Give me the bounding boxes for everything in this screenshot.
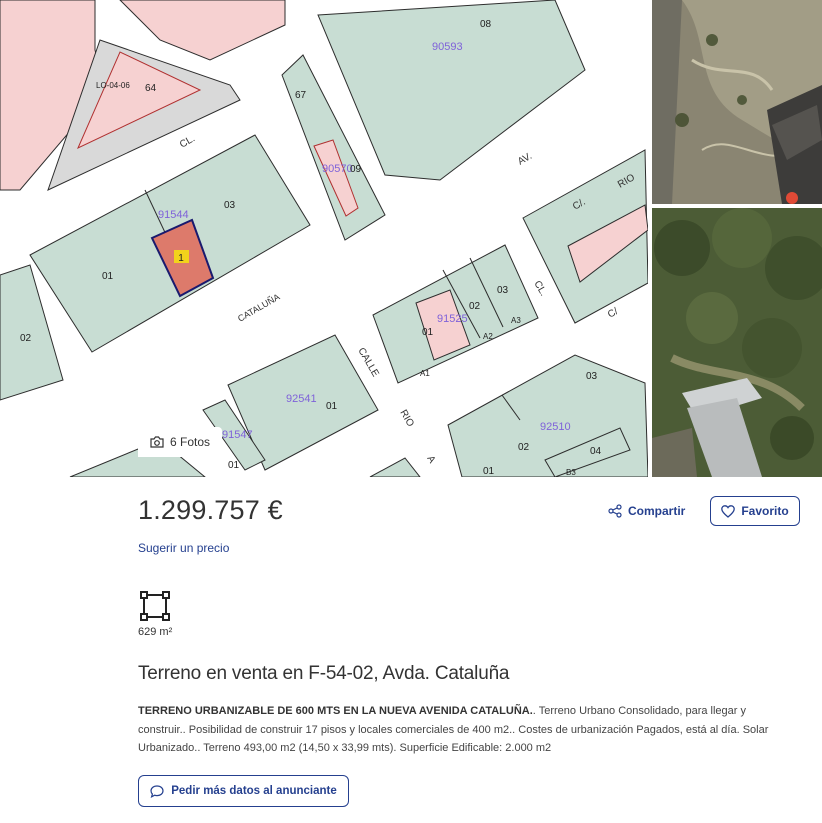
map-number-label: 03 [497,285,509,296]
area-value: 629 m² [138,626,173,638]
share-button[interactable]: Compartir [608,504,685,518]
map-number-label: A1 [420,369,430,378]
parcel-tag-label: 1 [178,253,184,264]
suggest-price-link[interactable]: Sugerir un precio [138,541,229,555]
map-number-label: A2 [483,332,493,341]
map-number-label: A3 [511,316,521,325]
aerial-photo-image [652,0,822,204]
map-number-label: 02 [20,333,32,344]
description-headline: TERRENO URBANIZABLE DE 600 MTS EN LA NUE… [138,705,533,717]
photos-count-label: 6 Fotos [170,435,211,449]
camera-icon [150,436,164,448]
chat-icon [150,784,164,798]
map-number-label: 01 [228,460,240,471]
map-parcel-label: 91525 [437,313,468,325]
favorite-label: Favorito [741,504,789,518]
contact-advertiser-button[interactable]: Pedir más datos al anunciante [138,775,349,807]
listing-description: TERRENO URBANIZABLE DE 600 MTS EN LA NUE… [138,702,778,758]
map-parcel-label: 90570 [322,163,353,175]
share-label: Compartir [628,504,686,518]
map-number-label: 09 [350,164,362,175]
map-number-label: 03 [224,200,236,211]
contact-label: Pedir más datos al anunciante [171,785,337,797]
map-parcel-label: 92510 [540,421,571,433]
aerial-photo-top[interactable] [652,0,822,204]
map-number-label: 04 [590,446,602,457]
map-number-label: 01 [326,401,338,412]
map-parcel-label: 91547 [222,429,253,441]
favorite-button[interactable]: Favorito [710,496,800,526]
area-icon [140,591,170,621]
map-number-label: B3 [566,468,576,477]
map-number-label: 02 [469,301,481,312]
map-number-label: 02 [518,442,530,453]
cadastral-map: 1 90593 91544 90570 91525 92541 92510 91… [0,0,648,477]
aerial-photo-image [652,208,822,477]
area-feature [138,589,172,628]
map-number-label: 01 [483,466,495,477]
map-number-label: 01 [422,327,434,338]
map-number-label: 64 [145,83,157,94]
photo-gallery: 1 90593 91544 90570 91525 92541 92510 91… [0,0,822,477]
map-parcel-label: 90593 [432,41,463,53]
listing-title: Terreno en venta en F-54-02, Avda. Catal… [138,663,510,684]
heart-icon [721,504,736,518]
map-number-label: 67 [295,90,307,101]
photos-count-button[interactable]: 6 Fotos [138,427,223,457]
main-photo-cadastral-map[interactable]: 1 90593 91544 90570 91525 92541 92510 91… [0,0,648,477]
map-parcel-label: 92541 [286,393,317,405]
share-icon [608,504,622,518]
map-lot-code: LO-04-06 [96,81,130,90]
map-number-label: 03 [586,371,598,382]
aerial-photo-bottom[interactable] [652,208,822,477]
map-number-label: 01 [102,271,114,282]
map-number-label: 08 [480,19,492,30]
map-parcel-label: 91544 [158,209,189,221]
listing-price: 1.299.757 € [138,495,283,525]
